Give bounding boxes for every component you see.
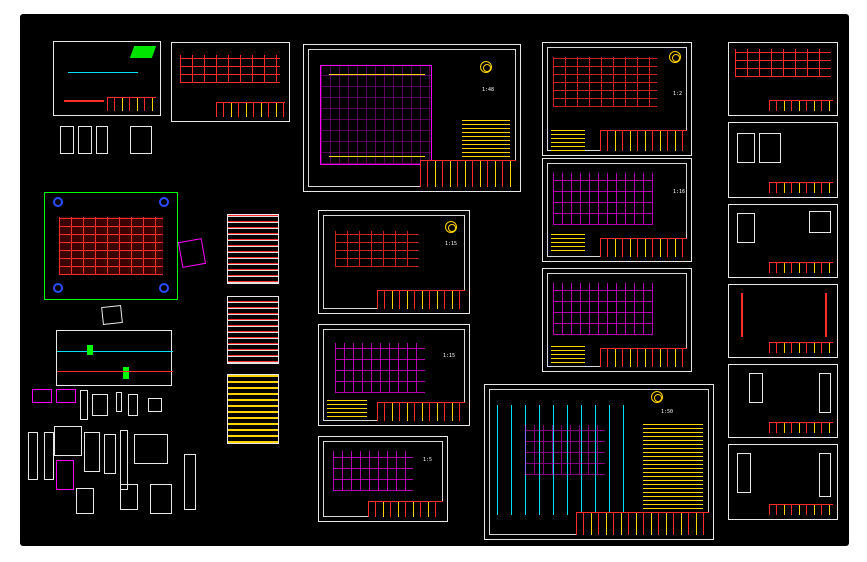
detail-part-9[interactable]: [44, 432, 54, 480]
detail-part-13[interactable]: [104, 434, 116, 474]
sheet-b[interactable]: 1:15: [318, 324, 470, 426]
sheet-scale-label: 1:5: [423, 457, 433, 463]
title-block: [769, 421, 833, 433]
company-logo-icon: [445, 221, 457, 233]
title-block: [107, 96, 156, 111]
title-block: [419, 159, 516, 187]
bom-table-2[interactable]: [227, 296, 279, 364]
sheet-detail-6[interactable]: [728, 444, 838, 520]
sheet-e[interactable]: 1:16: [542, 158, 692, 262]
title-block: [216, 101, 285, 117]
detail-part-8[interactable]: [28, 432, 38, 480]
bom-table-1[interactable]: [227, 214, 279, 284]
die-assembly-plan[interactable]: [44, 192, 178, 300]
sheet-punch-row[interactable]: [171, 42, 290, 122]
detail-part-7[interactable]: [148, 398, 162, 412]
cad-model-space[interactable]: 1:48 1:15 1:15 1:5 1:2 1:16 1:50: [20, 14, 849, 546]
title-block: [600, 347, 687, 367]
detail-part-10[interactable]: [54, 426, 82, 456]
sheet-scale-label: 1:15: [443, 353, 456, 359]
sheet-main-plate[interactable]: 1:48: [303, 44, 521, 192]
sheet-scale-label: 1:2: [673, 91, 683, 97]
sheet-scale-label: 1:16: [673, 189, 686, 195]
detail-part-11[interactable]: [56, 460, 74, 490]
part-block-b[interactable]: [78, 126, 92, 154]
title-block: [600, 129, 687, 151]
die-section-view[interactable]: [56, 330, 173, 386]
sheet-f[interactable]: [542, 268, 692, 372]
sheet-scale-label: 1:48: [482, 87, 495, 93]
bom-table-3[interactable]: [227, 374, 279, 444]
notes-block: [462, 117, 510, 157]
title-block: [769, 261, 833, 273]
sheet-c[interactable]: 1:5: [318, 436, 448, 522]
sheet-detail-2[interactable]: [728, 122, 838, 198]
detail-part-12[interactable]: [84, 432, 100, 472]
company-logo-icon: [480, 61, 492, 73]
sheet-detail-1[interactable]: [728, 42, 838, 116]
detail-part-5[interactable]: [116, 392, 122, 412]
detail-part-4[interactable]: [92, 394, 108, 416]
detail-part-2[interactable]: [56, 389, 76, 403]
part-block-a[interactable]: [60, 126, 74, 154]
title-block: [377, 289, 465, 309]
title-block: [600, 237, 687, 257]
sheet-detail-3[interactable]: [728, 204, 838, 278]
sheet-scale-label: 1:50: [661, 409, 674, 415]
detail-part-15[interactable]: [134, 434, 168, 464]
title-block: [769, 341, 833, 353]
title-block: [377, 402, 465, 421]
title-block: [769, 99, 833, 111]
detail-part-16[interactable]: [150, 484, 172, 514]
sheet-detail-5[interactable]: [728, 364, 838, 438]
detail-part-19[interactable]: [76, 488, 94, 514]
notes-block: [551, 343, 585, 363]
sheet-strip-layout[interactable]: [53, 41, 161, 116]
notes-block: [551, 129, 585, 151]
sheet-a[interactable]: 1:15: [318, 210, 470, 314]
detail-part-3[interactable]: [80, 390, 88, 420]
title-block: [769, 503, 833, 515]
detail-part-14[interactable]: [120, 430, 128, 490]
die-insert[interactable]: [101, 305, 123, 325]
notes-block: [643, 423, 703, 513]
company-logo-icon: [651, 391, 663, 403]
detail-part-6[interactable]: [128, 394, 138, 416]
sheet-scale-label: 1:15: [445, 241, 458, 247]
company-logo-icon: [669, 51, 681, 63]
part-block-c[interactable]: [96, 126, 108, 154]
detail-part-17[interactable]: [184, 454, 196, 510]
title-block: [367, 500, 443, 517]
notes-block: [327, 399, 367, 417]
notes-block: [551, 231, 585, 251]
die-detail-link[interactable]: [177, 238, 207, 268]
title-block: [575, 512, 709, 535]
detail-part-18[interactable]: [120, 484, 138, 510]
detail-part-1[interactable]: [32, 389, 52, 403]
title-block: [769, 181, 833, 193]
sheet-detail-4[interactable]: [728, 284, 838, 358]
part-block-d[interactable]: [130, 126, 152, 154]
sheet-big-assembly[interactable]: 1:50: [484, 384, 714, 540]
sheet-d[interactable]: 1:2: [542, 42, 692, 156]
